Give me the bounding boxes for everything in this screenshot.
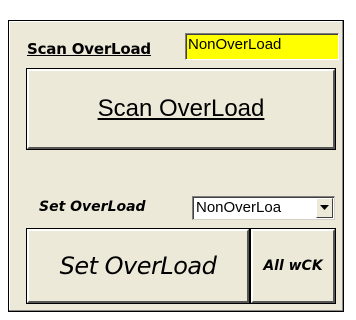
dropdown-arrow-button[interactable] <box>316 198 333 218</box>
scan-overload-button[interactable]: Scan OverLoad <box>26 68 336 150</box>
overload-panel: Scan OverLoad NonOverLoad Scan OverLoad … <box>8 20 344 312</box>
set-overload-button-label: Set OverLoad <box>59 252 217 280</box>
overload-mode-selected-value: NonOverLoa <box>196 199 282 216</box>
set-overload-button[interactable]: Set OverLoad <box>26 228 250 304</box>
set-overload-label: Set OverLoad <box>39 199 146 215</box>
overload-status-field: NonOverLoad <box>185 33 339 60</box>
overload-mode-select[interactable]: NonOverLoa <box>192 196 335 220</box>
all-wck-button[interactable]: All wCK <box>250 228 336 304</box>
chevron-down-icon <box>320 205 329 210</box>
scan-overload-label: Scan OverLoad <box>27 40 151 58</box>
scan-overload-button-label: Scan OverLoad <box>97 95 265 122</box>
all-wck-button-label: All wCK <box>263 258 323 274</box>
